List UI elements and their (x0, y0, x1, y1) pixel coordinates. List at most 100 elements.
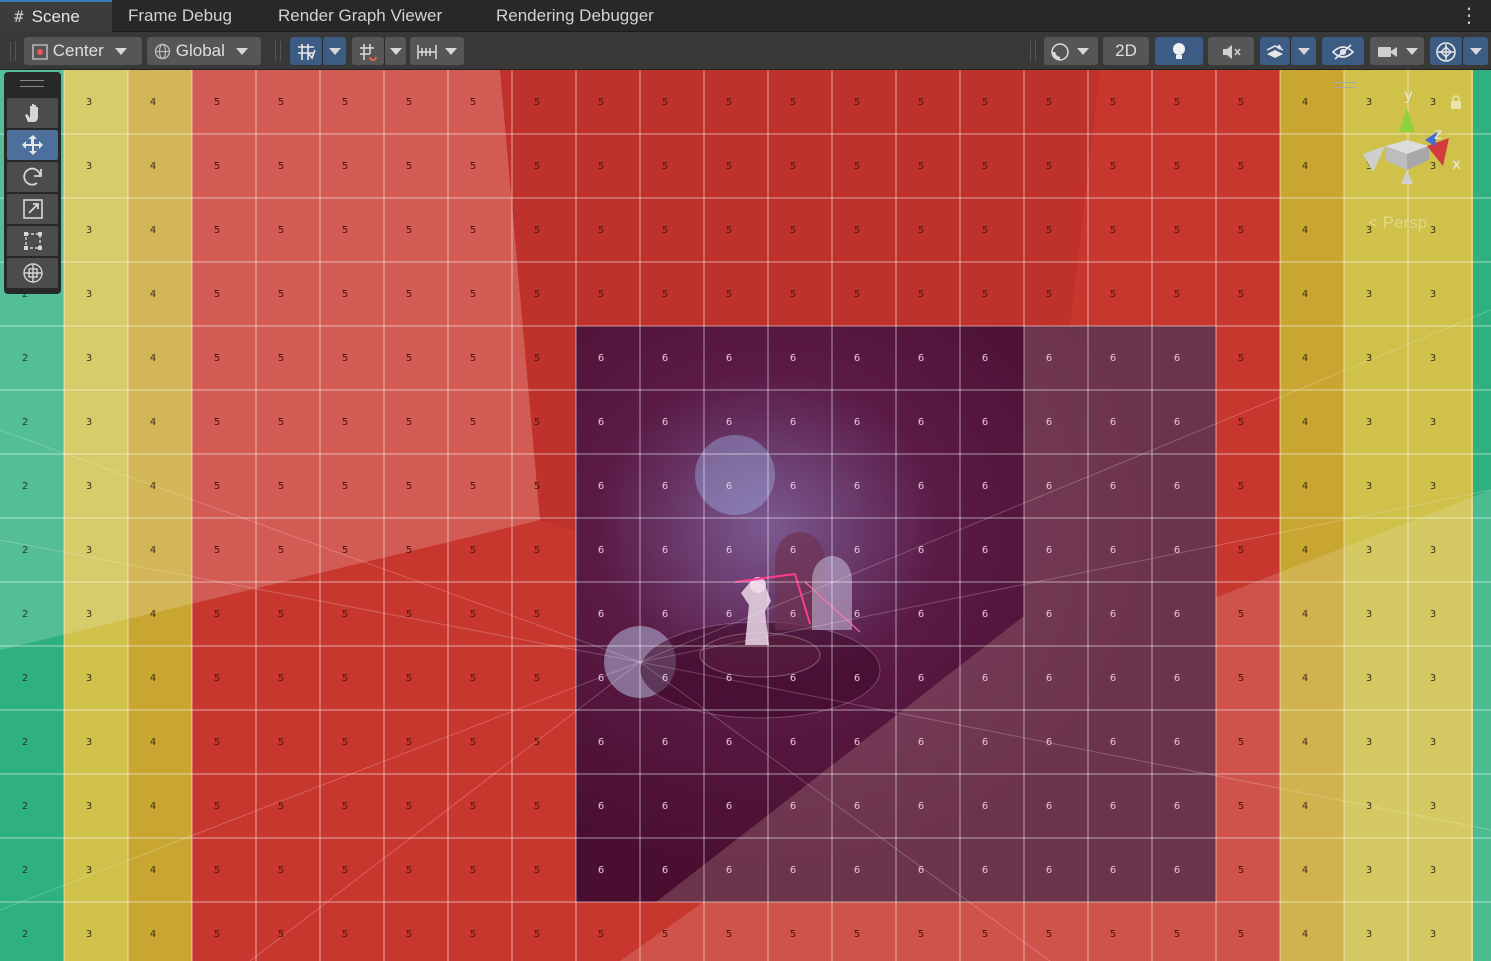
cell-value: 6 (982, 673, 988, 684)
overlay-drag-handle[interactable] (20, 80, 44, 87)
cell-value: 3 (1430, 865, 1436, 876)
grid-snap-toggle[interactable] (290, 37, 322, 65)
tab-scene[interactable]: # Scene (0, 0, 112, 32)
transform-tool-button[interactable] (7, 258, 58, 288)
camera-dropdown[interactable] (1370, 37, 1424, 65)
cell-value: 6 (854, 353, 860, 364)
shading-mode-icon (1051, 42, 1069, 61)
cell-value: 5 (1238, 801, 1244, 812)
lighting-toggle[interactable] (1155, 37, 1203, 65)
cell-value: 6 (726, 801, 732, 812)
move-tool-button[interactable] (7, 130, 58, 160)
cell-value: 5 (1238, 545, 1244, 556)
rect-tool-button[interactable] (7, 226, 58, 256)
cell-value: 5 (534, 417, 540, 428)
toolbar-grip[interactable] (275, 41, 281, 61)
effects-toggle[interactable] (1260, 37, 1290, 65)
toolbar-grip[interactable] (1030, 41, 1036, 61)
cell-value: 5 (726, 289, 732, 300)
tab-frame-debug[interactable]: Frame Debug (114, 0, 246, 32)
rotate-tool-button[interactable] (7, 162, 58, 192)
rect-tool-icon (23, 232, 42, 250)
pivot-mode-dropdown[interactable]: Center (24, 37, 142, 65)
cell-value: 6 (1046, 609, 1052, 620)
cell-value: 6 (662, 353, 668, 364)
cell-value: 4 (1302, 417, 1308, 428)
orientation-gizmo[interactable]: y z x (1355, 80, 1465, 200)
gizmos-dropdown[interactable] (1462, 37, 1488, 65)
cell-value: 4 (150, 929, 156, 940)
cell-value: 6 (790, 609, 796, 620)
ruler-snap-dropdown[interactable] (410, 37, 464, 65)
cell-value: 6 (598, 545, 604, 556)
scale-tool-button[interactable] (7, 194, 58, 224)
cell-value: 5 (982, 929, 988, 940)
cell-value: 2 (22, 545, 28, 556)
cell-value: 5 (214, 609, 220, 620)
effects-dropdown[interactable] (1290, 37, 1316, 65)
cell-value: 6 (790, 737, 796, 748)
cell-value: 6 (662, 673, 668, 684)
cell-value: 3 (1366, 737, 1372, 748)
kebab-menu-icon[interactable]: ⋮ (1459, 0, 1479, 32)
cell-value: 6 (598, 865, 604, 876)
chevron-down-icon (1469, 48, 1482, 56)
cell-value: 5 (406, 417, 412, 428)
cell-value: 5 (662, 225, 668, 236)
gizmo-drag-handle[interactable] (1333, 82, 1357, 88)
scene-visibility-toggle[interactable] (1322, 37, 1364, 65)
cell-value: 6 (790, 481, 796, 492)
cell-value: 6 (1174, 353, 1180, 364)
chevron-down-icon (1297, 48, 1310, 56)
grid-snap-dropdown[interactable] (322, 37, 346, 65)
cell-value: 5 (406, 609, 412, 620)
cell-value: 6 (1110, 609, 1116, 620)
cell-value: 6 (854, 865, 860, 876)
toolbar-grip[interactable] (10, 41, 16, 61)
cell-value: 6 (662, 737, 668, 748)
cell-value: 6 (1046, 865, 1052, 876)
cell-value: 5 (534, 929, 540, 940)
cell-value: 5 (1238, 609, 1244, 620)
cell-value: 5 (662, 929, 668, 940)
cell-value: 5 (662, 97, 668, 108)
hand-tool-button[interactable] (7, 98, 58, 128)
cell-value: 5 (406, 545, 412, 556)
tab-frame-debug-label: Frame Debug (128, 6, 232, 25)
audio-toggle[interactable] (1208, 37, 1254, 65)
cell-value: 5 (534, 161, 540, 172)
cell-value: 5 (470, 353, 476, 364)
cell-value: 5 (342, 97, 348, 108)
cell-value: 2 (22, 417, 28, 428)
projection-toggle[interactable]: < Persp (1368, 213, 1427, 233)
space-mode-dropdown[interactable]: Global (147, 37, 261, 65)
cell-value: 4 (150, 545, 156, 556)
cell-value: 5 (598, 289, 604, 300)
cell-value: 5 (470, 97, 476, 108)
cell-value: 5 (470, 801, 476, 812)
shading-mode-dropdown[interactable] (1044, 37, 1098, 65)
cell-value: 6 (726, 481, 732, 492)
cell-value: 5 (1174, 289, 1180, 300)
cell-value: 5 (214, 929, 220, 940)
cell-value: 4 (150, 673, 156, 684)
gizmos-toggle[interactable] (1430, 37, 1462, 65)
cell-value: 5 (470, 673, 476, 684)
chevron-down-icon (328, 48, 341, 56)
cell-value: 3 (1430, 417, 1436, 428)
tab-render-graph-viewer[interactable]: Render Graph Viewer (264, 0, 456, 32)
cell-value: 3 (1366, 417, 1372, 428)
cell-value: 6 (854, 481, 860, 492)
mode-2d-toggle[interactable]: 2D (1103, 37, 1149, 65)
cell-value: 5 (342, 865, 348, 876)
scene-viewport[interactable]: 2 3 4 5 5 5 5 5 5 5 5 5 5 5 5 5 5 5 5 5 4 3 3 2 3 4 5 5 5 5 5 5 5 5 5 5 5 5 5 5… (0, 70, 1491, 961)
increment-snap-toggle[interactable] (352, 37, 384, 65)
cell-value: 6 (1110, 353, 1116, 364)
increment-snap-dropdown[interactable] (384, 37, 406, 65)
cell-value: 6 (854, 801, 860, 812)
cell-value: 6 (662, 417, 668, 428)
cell-value: 5 (342, 417, 348, 428)
cell-value: 5 (470, 737, 476, 748)
tab-rendering-debugger[interactable]: Rendering Debugger (482, 0, 668, 32)
cell-value: 4 (150, 801, 156, 812)
